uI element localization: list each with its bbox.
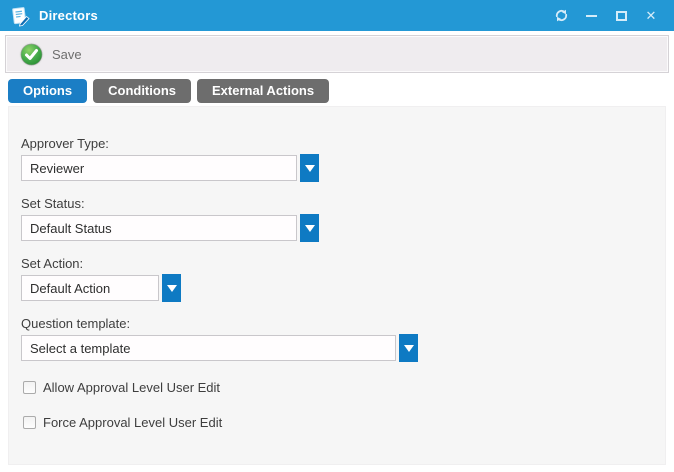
set-status-dropdown-button[interactable] bbox=[300, 214, 319, 242]
chevron-down-icon bbox=[305, 165, 315, 172]
refresh-icon bbox=[554, 8, 569, 23]
allow-approval-level-user-edit-checkbox[interactable] bbox=[23, 381, 36, 394]
minimize-button[interactable] bbox=[576, 3, 606, 29]
approval-edit-options: Allow Approval Level User Edit Force App… bbox=[21, 380, 665, 430]
approver-type-dropdown[interactable]: Reviewer bbox=[21, 154, 319, 182]
set-status-value[interactable]: Default Status bbox=[21, 215, 297, 241]
titlebar: Directors ✕ bbox=[0, 0, 674, 31]
approver-type-dropdown-button[interactable] bbox=[300, 154, 319, 182]
force-approval-level-user-edit-row[interactable]: Force Approval Level User Edit bbox=[23, 415, 665, 430]
set-action-dropdown[interactable]: Default Action bbox=[21, 274, 181, 302]
set-action-dropdown-button[interactable] bbox=[162, 274, 181, 302]
force-approval-level-user-edit-label: Force Approval Level User Edit bbox=[43, 415, 222, 430]
green-check-circle-icon bbox=[19, 42, 44, 67]
options-panel: Approver Type: Reviewer Set Status: Defa… bbox=[8, 106, 666, 465]
allow-approval-level-user-edit-row[interactable]: Allow Approval Level User Edit bbox=[23, 380, 665, 395]
approver-type-value[interactable]: Reviewer bbox=[21, 155, 297, 181]
force-approval-level-user-edit-checkbox[interactable] bbox=[23, 416, 36, 429]
chevron-down-icon bbox=[305, 225, 315, 232]
approver-type-label: Approver Type: bbox=[21, 136, 665, 151]
set-status-label: Set Status: bbox=[21, 196, 665, 211]
set-action-label: Set Action: bbox=[21, 256, 665, 271]
maximize-button[interactable] bbox=[606, 3, 636, 29]
set-status-dropdown[interactable]: Default Status bbox=[21, 214, 319, 242]
close-button[interactable]: ✕ bbox=[636, 3, 666, 29]
question-template-group: Question template: Select a template bbox=[21, 316, 665, 362]
tab-external-actions[interactable]: External Actions bbox=[197, 79, 329, 103]
minimize-icon bbox=[586, 15, 597, 17]
toolbar-container: Save bbox=[0, 31, 674, 73]
document-pen-icon bbox=[9, 5, 31, 27]
tab-conditions[interactable]: Conditions bbox=[93, 79, 191, 103]
set-action-value[interactable]: Default Action bbox=[21, 275, 159, 301]
question-template-value[interactable]: Select a template bbox=[21, 335, 396, 361]
tab-options[interactable]: Options bbox=[8, 79, 87, 103]
question-template-dropdown[interactable]: Select a template bbox=[21, 334, 418, 362]
window-controls: ✕ bbox=[546, 3, 674, 29]
refresh-button[interactable] bbox=[546, 3, 576, 29]
window-title: Directors bbox=[39, 8, 98, 23]
set-action-group: Set Action: Default Action bbox=[21, 256, 665, 302]
chevron-down-icon bbox=[404, 345, 414, 352]
save-button-label: Save bbox=[52, 47, 82, 62]
close-icon: ✕ bbox=[646, 9, 657, 22]
chevron-down-icon bbox=[167, 285, 177, 292]
set-status-group: Set Status: Default Status bbox=[21, 196, 665, 242]
maximize-icon bbox=[616, 11, 627, 21]
allow-approval-level-user-edit-label: Allow Approval Level User Edit bbox=[43, 380, 220, 395]
question-template-label: Question template: bbox=[21, 316, 665, 331]
save-button[interactable]: Save bbox=[19, 42, 82, 67]
tab-bar: Options Conditions External Actions bbox=[0, 73, 674, 103]
directors-window: Directors ✕ bbox=[0, 0, 674, 472]
toolbar: Save bbox=[5, 35, 669, 73]
approver-type-group: Approver Type: Reviewer bbox=[21, 136, 665, 182]
question-template-dropdown-button[interactable] bbox=[399, 334, 418, 362]
